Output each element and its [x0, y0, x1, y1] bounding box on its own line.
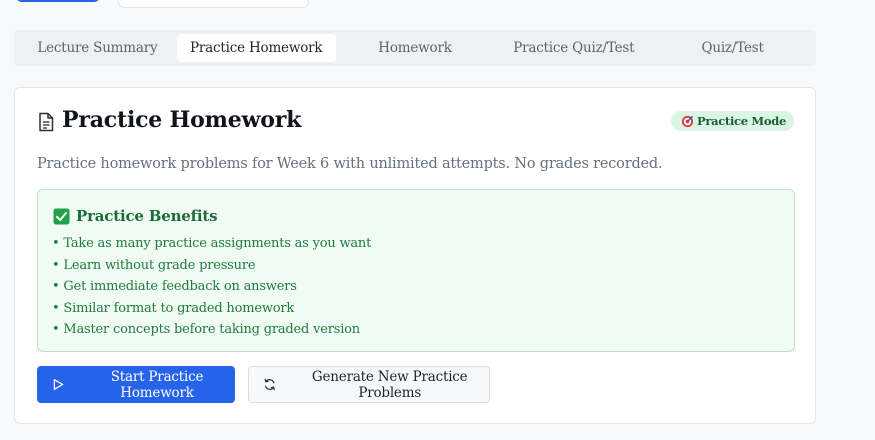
list-item: • Take as many practice assignments as y… [52, 236, 372, 251]
top-primary-button[interactable] [16, 0, 100, 2]
practice-homework-card: Practice Homework Practice Mode Practice… [14, 87, 816, 424]
generate-button-label: Generate New Practice Problems [311, 368, 468, 401]
start-practice-homework-button[interactable]: Start Practice Homework [37, 366, 235, 403]
tab-practice-quiz-test[interactable]: Practice Quiz/Test [494, 34, 653, 62]
tab-homework[interactable]: Homework [336, 34, 495, 62]
tab-quiz-test[interactable]: Quiz/Test [653, 34, 812, 62]
target-icon [681, 115, 694, 127]
benefits-heading: Practice Benefits [53, 207, 218, 225]
document-icon [39, 112, 54, 132]
list-item: • Learn without grade pressure [52, 257, 256, 273]
practice-benefits-box: Practice Benefits • Take as many practic… [37, 189, 795, 352]
start-button-label: Start Practice Homework [110, 368, 204, 401]
benefits-heading-label: Practice Benefits [76, 207, 218, 225]
tab-bar: Lecture Summary Practice Homework Homewo… [14, 30, 816, 66]
tab-practice-homework[interactable]: Practice Homework [176, 34, 336, 62]
play-icon [53, 378, 64, 391]
check-box-icon [53, 208, 70, 224]
refresh-icon [264, 378, 275, 391]
practice-mode-badge: Practice Mode [670, 111, 794, 131]
list-item: • Similar format to graded homework [52, 300, 295, 316]
page-title: Practice Homework [62, 107, 302, 133]
page-description: Practice homework problems for Week 6 wi… [37, 156, 663, 172]
list-item: • Master concepts before taking graded v… [52, 322, 360, 337]
badge-label: Practice Mode [696, 114, 786, 128]
tab-lecture-summary[interactable]: Lecture Summary [18, 34, 177, 62]
top-secondary-button[interactable] [118, 0, 309, 8]
list-item: • Get immediate feedback on answers [52, 279, 297, 294]
generate-new-problems-button[interactable]: Generate New Practice Problems [248, 366, 490, 403]
benefits-list: • Take as many practice assignments as y… [52, 233, 371, 341]
